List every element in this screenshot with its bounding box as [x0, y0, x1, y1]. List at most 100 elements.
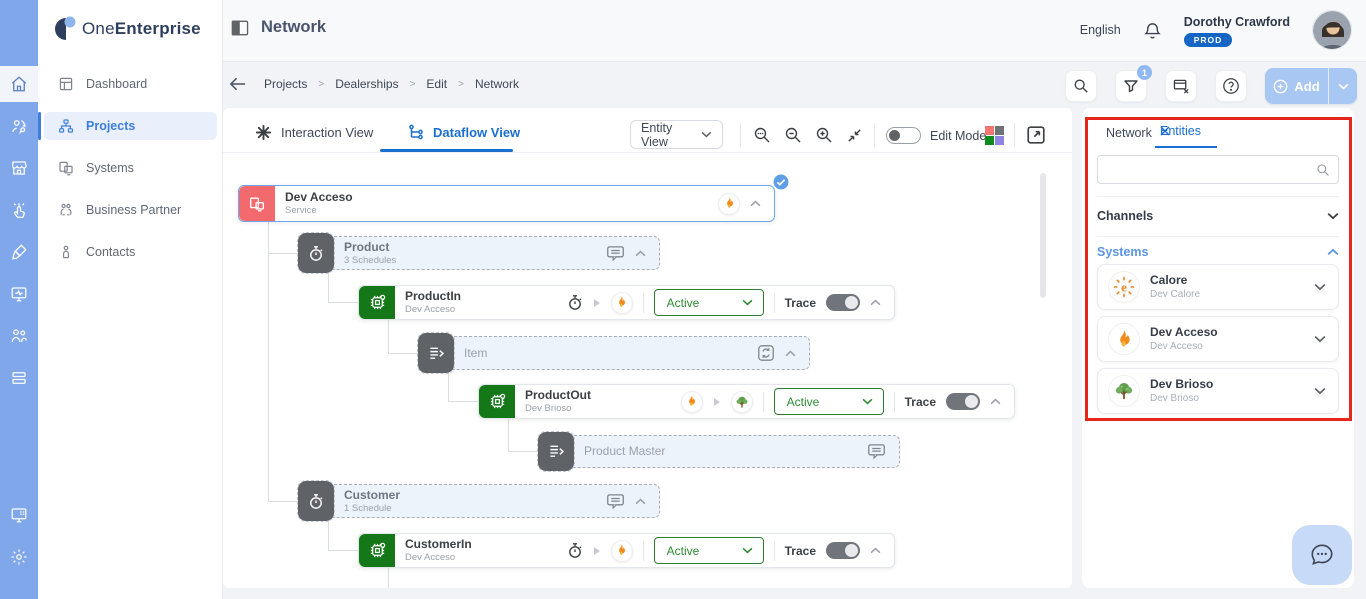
flame-logo-icon [1108, 323, 1140, 355]
system-description: Dev Calore [1150, 289, 1201, 301]
trace-toggle[interactable] [826, 294, 860, 311]
status-value: Active [666, 543, 700, 558]
node-title: CustomerIn [405, 537, 472, 552]
chevron-down-icon[interactable] [1314, 283, 1326, 291]
avatar[interactable] [1312, 10, 1352, 50]
rail-brush-icon[interactable] [0, 234, 38, 270]
tab-interaction-view[interactable]: Interaction View [255, 124, 373, 141]
sidebar-item-label: Systems [86, 161, 134, 175]
comment-icon[interactable] [606, 245, 625, 262]
add-button[interactable]: Add [1265, 68, 1328, 104]
trace-toggle[interactable] [826, 542, 860, 559]
panel-search-input[interactable] [1098, 156, 1316, 183]
node-item[interactable]: Item [417, 332, 810, 374]
flow-direction-arrow-icon [593, 546, 600, 555]
user-info[interactable]: Dorothy Crawford PROD [1183, 15, 1290, 47]
section-systems[interactable]: Systems [1097, 240, 1339, 264]
rail-stack-icon[interactable] [0, 360, 38, 396]
chevron-up-icon[interactable] [870, 299, 881, 306]
comment-icon[interactable] [606, 493, 625, 510]
panel-tab-network[interactable]: Network [1106, 126, 1152, 140]
flame-system-icon [680, 390, 703, 413]
rail-store-icon[interactable] [0, 150, 38, 186]
node-product-in[interactable]: ProductIn Dev Acceso Active Trace [358, 285, 895, 320]
node-product-out[interactable]: ProductOut Dev Brioso Active Trace [478, 384, 1015, 419]
chevron-up-icon[interactable] [990, 398, 1001, 405]
chevron-down-icon[interactable] [1314, 387, 1326, 395]
back-arrow-icon[interactable] [229, 77, 246, 91]
tree-system-icon [730, 390, 753, 413]
chevron-up-icon[interactable] [785, 349, 796, 357]
search-icon [1074, 79, 1088, 93]
connector-line [508, 419, 509, 451]
entity-view-select[interactable]: Entity View [630, 120, 723, 149]
systems-icon [58, 160, 74, 176]
rail-people-icon[interactable] [0, 318, 38, 354]
interaction-view-icon [255, 124, 272, 141]
filter-icon [1124, 80, 1138, 93]
sidebar-item-systems[interactable]: Systems [44, 154, 217, 182]
zoom-out-icon[interactable] [784, 126, 802, 144]
rail-user-sync-icon[interactable] [0, 108, 38, 144]
zoom-fit-icon[interactable] [753, 126, 771, 144]
sidebar-item-dashboard[interactable]: Dashboard [44, 70, 217, 98]
comment-icon[interactable] [867, 443, 886, 460]
section-channels[interactable]: Channels [1097, 202, 1339, 230]
chevron-down-icon[interactable] [1314, 335, 1326, 343]
status-select[interactable]: Active [653, 537, 764, 564]
sidebar-item-label: Projects [86, 119, 136, 133]
trace-toggle[interactable] [946, 393, 980, 410]
breadcrumb-item[interactable]: Edit [426, 77, 447, 91]
add-dropdown-button[interactable] [1328, 68, 1357, 104]
system-card-dev-brioso[interactable]: Dev Brioso Dev Brioso [1097, 368, 1339, 414]
help-button[interactable] [1215, 70, 1247, 102]
sidebar-toggle-icon[interactable] [231, 20, 249, 36]
chat-button[interactable] [1292, 525, 1352, 585]
sidebar-item-label: Business Partner [86, 203, 182, 217]
collapse-all-icon[interactable] [846, 127, 863, 144]
sync-icon[interactable] [757, 344, 775, 362]
connector-line [388, 353, 418, 354]
search-button[interactable] [1065, 70, 1097, 102]
system-card-calore[interactable]: e Calore Dev Calore [1097, 264, 1339, 310]
rail-monitor-apps-icon[interactable] [0, 497, 38, 533]
system-card-dev-acceso[interactable]: Dev Acceso Dev Acceso [1097, 316, 1339, 362]
chevron-up-icon[interactable] [635, 249, 646, 257]
canvas-scrollbar[interactable] [1040, 173, 1046, 298]
open-fullscreen-icon[interactable] [1026, 125, 1046, 145]
status-select[interactable]: Active [653, 289, 764, 316]
clear-filters-button[interactable] [1165, 70, 1197, 102]
edit-mode-toggle[interactable] [886, 127, 921, 144]
section-label: Systems [1097, 245, 1149, 259]
system-name: Dev Brioso [1150, 376, 1214, 391]
tab-dataflow-view[interactable]: Dataflow View [408, 124, 520, 140]
node-product[interactable]: Product 3 Schedules [297, 232, 660, 274]
node-product-master[interactable]: Product Master [537, 431, 900, 472]
node-customer[interactable]: Customer 1 Schedule [297, 480, 660, 522]
language-selector[interactable]: English [1080, 23, 1121, 37]
chevron-up-icon[interactable] [750, 200, 761, 207]
rail-settings-icon[interactable] [0, 539, 38, 575]
sidebar-item-projects[interactable]: Projects [44, 112, 217, 140]
rail-monitor-pulse-icon[interactable] [0, 276, 38, 312]
breadcrumb-item[interactable]: Network [475, 77, 519, 91]
breadcrumb-item[interactable]: Dealerships [335, 77, 398, 91]
rail-home-icon[interactable] [0, 66, 38, 102]
notifications-bell-icon[interactable] [1143, 21, 1162, 40]
node-customer-in[interactable]: CustomerIn Dev Acceso Active Trace [358, 533, 895, 568]
chevron-up-icon[interactable] [870, 547, 881, 554]
node-title: Customer [344, 487, 401, 502]
sidebar-item-contacts[interactable]: Contacts [44, 238, 217, 266]
legend-grid-icon[interactable] [985, 126, 1004, 145]
zoom-in-icon[interactable] [815, 126, 833, 144]
search-icon[interactable] [1316, 163, 1338, 177]
status-select[interactable]: Active [773, 388, 884, 415]
panel-tab-entities[interactable]: Entities [1160, 124, 1201, 138]
breadcrumb-item[interactable]: Projects [264, 77, 307, 91]
filter-button[interactable]: 1 [1115, 65, 1152, 102]
sidebar-item-business-partner[interactable]: Business Partner [44, 196, 217, 224]
chevron-up-icon[interactable] [635, 497, 646, 505]
tab-label: Interaction View [281, 125, 374, 140]
rail-tap-icon[interactable] [0, 192, 38, 228]
node-dev-acceso[interactable]: Dev Acceso Service [238, 185, 775, 222]
